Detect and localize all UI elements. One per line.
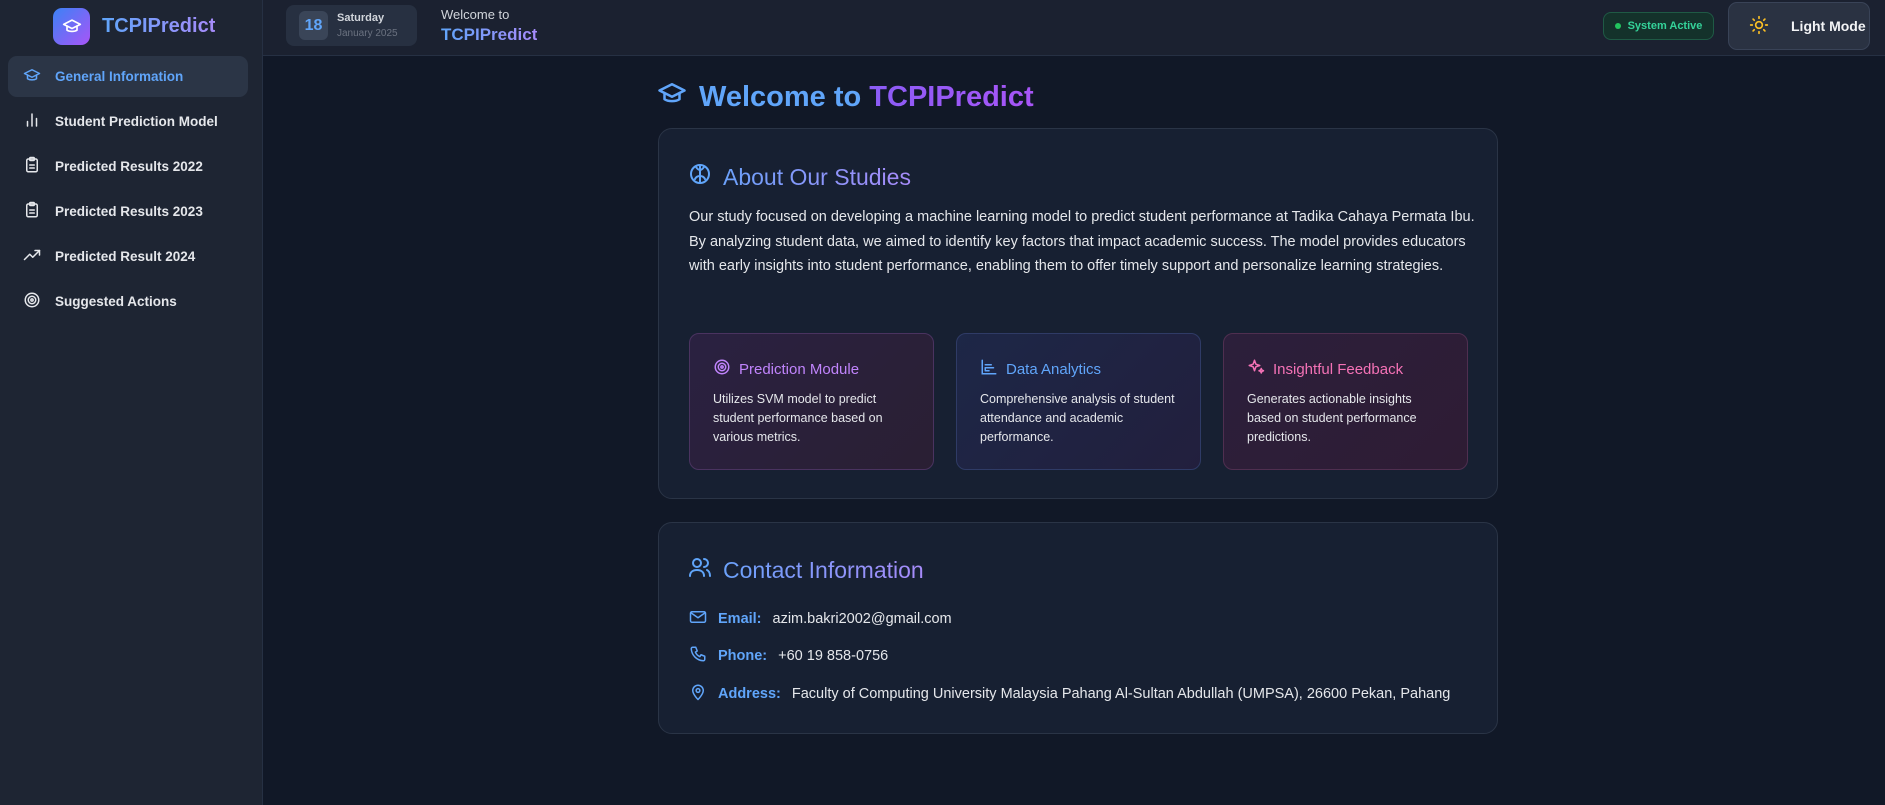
page-title-prefix: Welcome to xyxy=(699,80,862,113)
contact-address-row: Address: Faculty of Computing University… xyxy=(689,683,1450,705)
date-display: 18 Saturday January 2025 xyxy=(286,5,417,46)
contact-phone-row: Phone: +60 19 858-0756 xyxy=(689,645,888,667)
graduation-cap-icon xyxy=(53,7,90,45)
clipboard-icon xyxy=(23,156,41,177)
clipboard-icon xyxy=(23,201,41,222)
date-weekday: Saturday xyxy=(337,11,385,24)
date-day-number: 18 xyxy=(299,11,328,40)
address-value: Faculty of Computing University Malaysia… xyxy=(791,686,1451,702)
phone-value[interactable]: +60 19 858-0756 xyxy=(778,648,888,664)
chart-icon xyxy=(980,358,998,380)
feature-title: Insightful Feedback xyxy=(1273,360,1404,378)
sidebar-item-label: Predicted Result 2024 xyxy=(55,249,196,264)
sidebar: TCPIPredict General Information Student … xyxy=(0,0,263,805)
bar-chart-icon xyxy=(23,111,41,132)
brand[interactable]: TCPIPredict xyxy=(53,7,215,45)
date-month-year: January 2025 xyxy=(337,27,398,39)
about-text: Our study focused on developing a machin… xyxy=(689,209,1475,274)
address-label: Address: xyxy=(718,686,781,702)
header-welcome-label: Welcome to xyxy=(441,7,510,22)
graduation-cap-icon xyxy=(23,66,41,87)
theme-toggle-button[interactable]: Light Mode xyxy=(1728,2,1870,50)
sidebar-item-label: General Information xyxy=(55,69,184,84)
trending-up-icon xyxy=(23,246,41,267)
sidebar-item-predicted-results-2022[interactable]: Predicted Results 2022 xyxy=(8,146,248,187)
contact-card: Contact Information Email: azim.bakri200… xyxy=(658,522,1498,734)
contact-heading: Contact Information xyxy=(688,555,924,585)
feature-description: Utilizes SVM model to predict student pe… xyxy=(713,392,883,444)
sidebar-item-predicted-result-2024[interactable]: Predicted Result 2024 xyxy=(8,236,248,277)
sidebar-item-predicted-results-2023[interactable]: Predicted Results 2023 xyxy=(8,191,248,232)
contact-heading-text: Contact Information xyxy=(723,556,924,583)
phone-icon xyxy=(689,645,718,667)
feature-card-insightful-feedback: Insightful Feedback Generates actionable… xyxy=(1223,333,1468,470)
mail-icon xyxy=(689,608,718,630)
map-pin-icon xyxy=(689,683,718,705)
brain-icon xyxy=(688,162,712,192)
sidebar-item-label: Predicted Results 2022 xyxy=(55,159,203,174)
sidebar-item-student-prediction-model[interactable]: Student Prediction Model xyxy=(8,101,248,142)
sidebar-nav: General Information Student Prediction M… xyxy=(8,56,248,326)
target-icon xyxy=(713,358,731,380)
phone-label: Phone: xyxy=(718,648,768,664)
page-title: Welcome to TCPIPredict xyxy=(657,78,1034,116)
sidebar-item-label: Suggested Actions xyxy=(55,294,177,309)
top-header: 18 Saturday January 2025 Welcome to TCPI… xyxy=(263,0,1885,56)
target-icon xyxy=(23,291,41,312)
sidebar-item-suggested-actions[interactable]: Suggested Actions xyxy=(8,281,248,322)
theme-toggle-label: Light Mode xyxy=(1791,18,1866,34)
feature-description: Comprehensive analysis of student attend… xyxy=(980,392,1175,444)
status-dot-icon xyxy=(1614,23,1621,29)
sun-icon xyxy=(1749,15,1769,38)
sparkles-icon xyxy=(1247,358,1265,380)
sidebar-item-label: Predicted Results 2023 xyxy=(55,204,203,219)
page-title-app: TCPIPredict xyxy=(869,80,1034,113)
header-welcome: Welcome to TCPIPredict xyxy=(441,5,537,45)
sidebar-item-label: Student Prediction Model xyxy=(55,114,218,129)
feature-title: Data Analytics xyxy=(1006,360,1102,378)
status-text: System Active xyxy=(1627,20,1703,32)
sidebar-item-general-information[interactable]: General Information xyxy=(8,56,248,97)
feature-card-prediction-module: Prediction Module Utilizes SVM model to … xyxy=(689,333,934,470)
feature-card-data-analytics: Data Analytics Comprehensive analysis of… xyxy=(956,333,1201,470)
email-label: Email: xyxy=(718,611,762,627)
contact-email-row: Email: azim.bakri2002@gmail.com xyxy=(689,608,952,630)
header-app-name: TCPIPredict xyxy=(441,25,538,44)
status-badge: System Active xyxy=(1603,12,1714,40)
graduation-cap-icon xyxy=(657,78,687,116)
email-value[interactable]: azim.bakri2002@gmail.com xyxy=(773,611,952,627)
about-heading-text: About Our Studies xyxy=(723,163,911,190)
about-card: About Our Studies Our study focused on d… xyxy=(658,128,1498,499)
feature-title: Prediction Module xyxy=(739,360,860,378)
feature-description: Generates actionable insights based on s… xyxy=(1247,392,1417,444)
users-icon xyxy=(688,555,712,585)
brand-name: TCPIPredict xyxy=(102,14,216,37)
about-heading: About Our Studies xyxy=(688,162,911,192)
